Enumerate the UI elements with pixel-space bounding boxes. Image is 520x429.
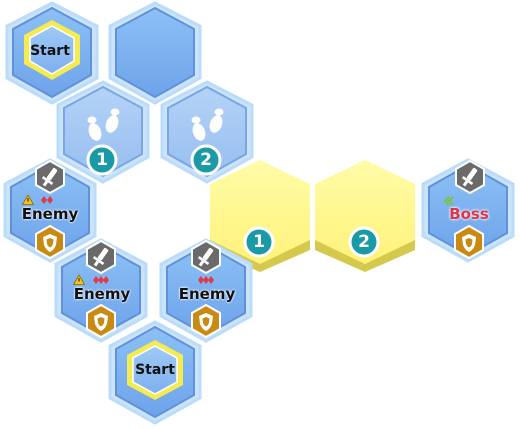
- step-number-badge: [86, 144, 118, 176]
- shield-icon: [454, 225, 484, 259]
- empty-tile[interactable]: [108, 1, 202, 105]
- step-tile-2[interactable]: [160, 80, 254, 184]
- step-number-badge: [190, 144, 222, 176]
- shield-icon: [35, 225, 65, 259]
- start-tile-top[interactable]: [5, 1, 99, 105]
- sword-icon: [86, 240, 116, 274]
- sword-icon: [35, 160, 65, 194]
- start-tile-bottom[interactable]: [108, 320, 202, 425]
- yellow-tile-2[interactable]: [315, 160, 415, 272]
- sword-icon: [455, 160, 485, 194]
- yellow-number-badge: [243, 226, 275, 258]
- danger-diamond-icon: [93, 276, 109, 284]
- shield-icon: [191, 304, 221, 338]
- shield-icon: [86, 304, 116, 338]
- game-board: [3, 1, 515, 425]
- danger-diamond-icon: [198, 276, 214, 284]
- sword-icon: [191, 240, 221, 274]
- yellow-number-badge: [348, 226, 380, 258]
- step-tile-1[interactable]: [56, 80, 150, 184]
